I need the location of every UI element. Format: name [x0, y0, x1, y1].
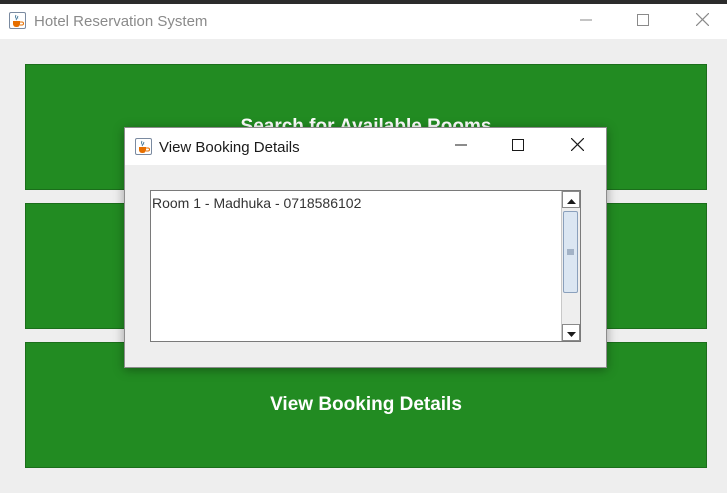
arrow-up-icon — [566, 191, 576, 209]
view-booking-details-label: View Booking Details — [270, 394, 462, 415]
scrollbar-thumb[interactable] — [563, 211, 578, 293]
main-titlebar[interactable]: Hotel Reservation System — [0, 4, 727, 39]
dialog-maximize-button[interactable] — [495, 128, 541, 165]
minimize-button[interactable] — [563, 4, 609, 39]
dialog-titlebar[interactable]: View Booking Details — [125, 128, 606, 165]
java-cup-icon — [9, 12, 26, 29]
scroll-up-button[interactable] — [562, 191, 580, 208]
dialog-title: View Booking Details — [159, 139, 300, 156]
maximize-icon — [637, 13, 649, 31]
close-icon — [570, 137, 584, 156]
minimize-icon — [455, 138, 467, 156]
close-icon — [695, 12, 709, 31]
minimize-icon — [580, 13, 592, 31]
dialog-close-button[interactable] — [554, 128, 600, 165]
close-button[interactable] — [679, 4, 725, 39]
maximize-button[interactable] — [620, 4, 666, 39]
arrow-down-icon — [566, 324, 576, 342]
main-window-title: Hotel Reservation System — [34, 13, 208, 30]
view-booking-dialog: View Booking Details Room 1 - Madhuka - … — [124, 127, 607, 368]
vertical-scrollbar[interactable] — [561, 191, 580, 341]
maximize-icon — [512, 138, 524, 156]
scroll-down-button[interactable] — [562, 324, 580, 341]
java-cup-icon — [135, 138, 152, 155]
booking-line: Room 1 - Madhuka - 0718586102 — [152, 195, 362, 211]
booking-details-textarea[interactable]: Room 1 - Madhuka - 0718586102 — [150, 190, 581, 342]
dialog-minimize-button[interactable] — [438, 128, 484, 165]
